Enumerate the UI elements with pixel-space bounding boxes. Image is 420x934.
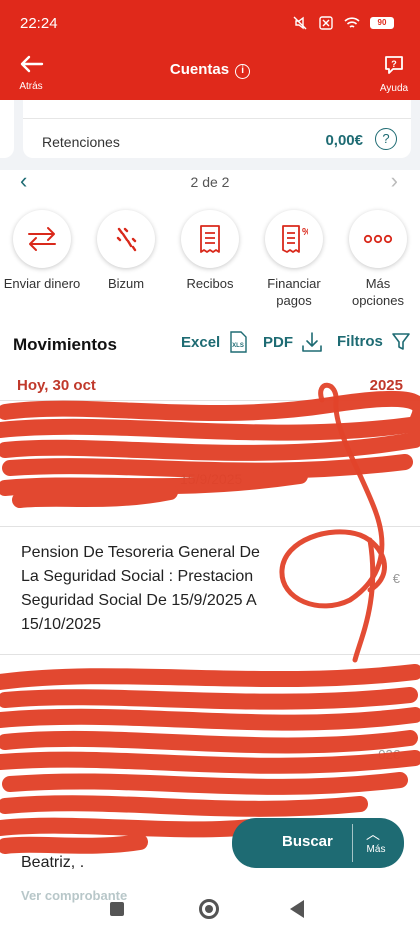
filters-button[interactable]: Filtros [337, 331, 411, 351]
help-button[interactable]: ? Ayuda [376, 54, 412, 94]
transfer-arrows-icon [28, 227, 56, 251]
pager-text: 2 de 2 [190, 174, 230, 190]
filter-icon [392, 333, 410, 350]
question-icon[interactable]: ? [375, 128, 397, 150]
action-circle [181, 210, 239, 268]
pdf-button[interactable]: PDF [263, 331, 323, 353]
day-label: Hoy, 30 oct [17, 377, 96, 394]
excel-label: Excel [181, 333, 221, 351]
action-bizum[interactable]: Bizum [86, 208, 166, 292]
action-label: Recibos [186, 276, 234, 291]
account-card: Retenciones 0,00€ ? [23, 100, 411, 158]
search-fab-label: Buscar [282, 833, 333, 850]
home-icon[interactable] [199, 899, 219, 919]
action-enviar-dinero[interactable]: Enviar dinero [2, 208, 82, 292]
app-bar: Atrás Cuentas i ? Ayuda [0, 48, 420, 100]
action-circle [13, 210, 71, 268]
action-mas-opciones[interactable]: Más opciones [338, 208, 418, 309]
retenciones-value: 0,00€ [325, 132, 363, 149]
pdf-label: PDF [263, 333, 293, 351]
status-icons: 90 [292, 16, 394, 30]
excel-button[interactable]: Excel XLS [181, 331, 248, 353]
page-title-wrap: Cuentas i [0, 61, 420, 79]
system-nav-bar [0, 890, 420, 934]
action-circle [97, 210, 155, 268]
status-bar: 22:24 90 [0, 0, 420, 48]
wifi-icon [344, 17, 360, 28]
movements-title: Movimientos [13, 335, 117, 354]
download-icon [302, 332, 322, 352]
help-label: Ayuda [379, 83, 409, 94]
back-label: Atrás [19, 81, 43, 92]
retenciones-label: Retenciones [42, 134, 120, 150]
filters-label: Filtros [337, 332, 383, 350]
day-header: Hoy, 30 oct 2025 [0, 372, 420, 400]
fab-divider [352, 824, 353, 862]
chevron-right-icon[interactable]: › [391, 170, 398, 192]
fab-more-label[interactable]: Más [356, 844, 396, 855]
nav-back-icon[interactable] [290, 900, 304, 918]
finance-receipt-icon: % [282, 225, 308, 253]
page-title: Cuentas [169, 61, 230, 78]
battery-icon: 90 [370, 17, 394, 29]
card-pager: ‹ 2 de 2 › [0, 170, 420, 194]
svg-text:XLS: XLS [232, 343, 244, 349]
action-label: Bizum [107, 276, 145, 291]
svg-text:?: ? [391, 59, 397, 69]
more-dots-icon [363, 234, 393, 244]
action-label: Más opciones [351, 276, 405, 308]
search-fab[interactable]: Buscar ︿ Más [232, 818, 404, 868]
action-circle: % [265, 210, 323, 268]
status-time: 22:24 [20, 15, 58, 32]
movements-header: Movimientos Excel XLS PDF Filtros [0, 322, 420, 362]
movement-description: Pension De Tesoreria General De La Segur… [21, 544, 260, 633]
action-financiar-pagos[interactable]: % Financiar pagos [254, 208, 334, 309]
list-item[interactable]: 15/9/2025 [0, 400, 420, 526]
year-label: 2025 [369, 377, 403, 394]
movement-amount-partial: 02€ [378, 747, 400, 762]
chevron-up-icon: ︿ [366, 826, 380, 842]
help-chat-icon: ? [385, 56, 403, 74]
list-item[interactable]: Pension De Tesoreria General De La Segur… [0, 526, 420, 654]
quick-actions: Enviar dinero Bizum Recibos % Financiar … [0, 208, 420, 318]
action-circle [349, 210, 407, 268]
info-icon[interactable]: i [235, 64, 251, 79]
action-label: Financiar pagos [267, 276, 321, 308]
xls-file-icon: XLS [230, 331, 247, 353]
card-divider [23, 118, 411, 119]
action-recibos[interactable]: Recibos [170, 208, 250, 292]
movement-desc-partial: 15/9/2025 [180, 471, 243, 487]
svg-text:%: % [302, 227, 308, 238]
movement-amount-partial: € [392, 571, 400, 586]
bizum-icon [116, 227, 137, 252]
sim-blocked-icon [319, 16, 333, 30]
action-label: Enviar dinero [3, 276, 81, 291]
receipt-icon [200, 225, 220, 253]
movement-name-partial: Beatriz, . [21, 854, 85, 871]
recents-icon[interactable] [110, 902, 124, 916]
previous-account-card[interactable] [0, 100, 14, 158]
mute-icon [293, 16, 307, 30]
